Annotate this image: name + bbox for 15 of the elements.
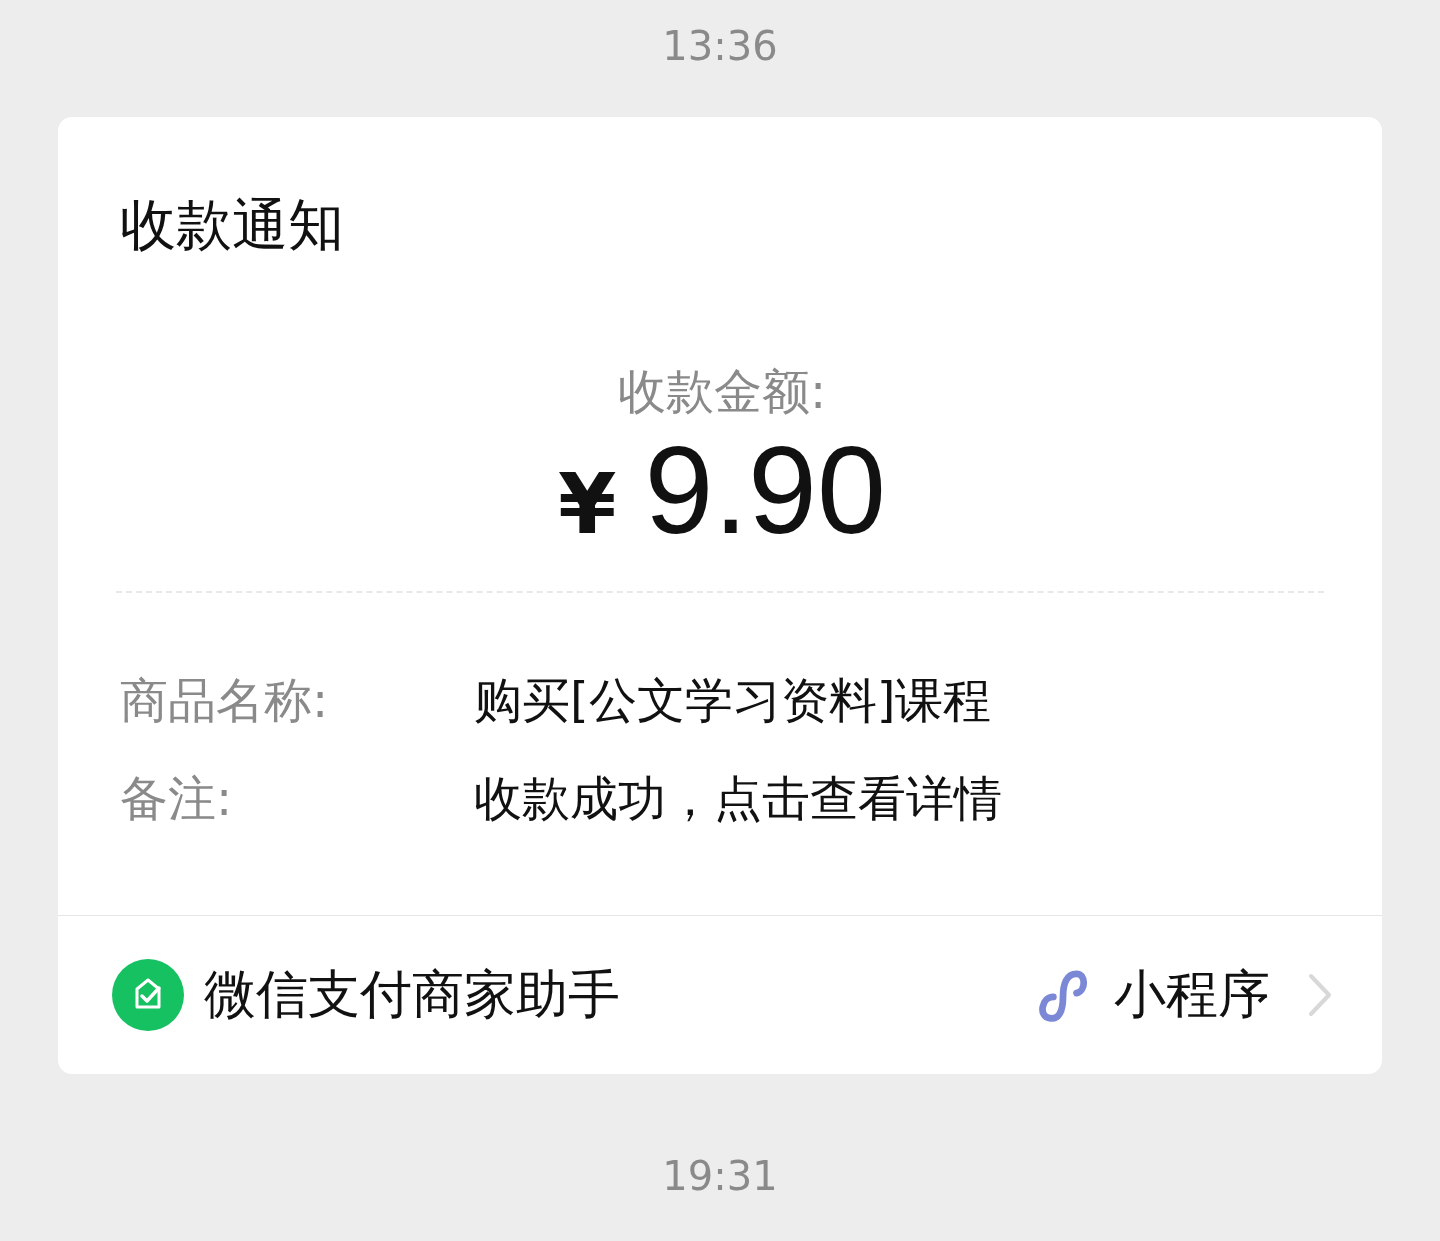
- timestamp: 19:31: [662, 1152, 778, 1200]
- mini-program-label: 小程序: [1114, 963, 1270, 1026]
- message-card[interactable]: 收款通知 收款金额: ¥ 9.90 商品名称: 购买[公文学习资料]课程 备注: 收款成功，点击查看详情 微信支付商家助手 小程序: [58, 117, 1382, 1074]
- amount-label: 收款金额:: [616, 362, 828, 421]
- field-label: 商品名称:: [120, 671, 330, 730]
- currency-symbol: ¥: [558, 454, 617, 555]
- chevron-right-icon: [1308, 973, 1332, 1017]
- amount-value: 9.90: [644, 425, 886, 555]
- field-value: 收款成功，点击查看详情: [474, 769, 1002, 828]
- field-value: 购买[公文学习资料]课程: [474, 671, 992, 730]
- merchant-logo-icon: [112, 959, 184, 1031]
- source-name: 微信支付商家助手: [204, 963, 620, 1026]
- card-title: 收款通知: [120, 191, 345, 259]
- field-label: 备注:: [120, 769, 234, 828]
- timestamp: 13:36: [662, 22, 778, 70]
